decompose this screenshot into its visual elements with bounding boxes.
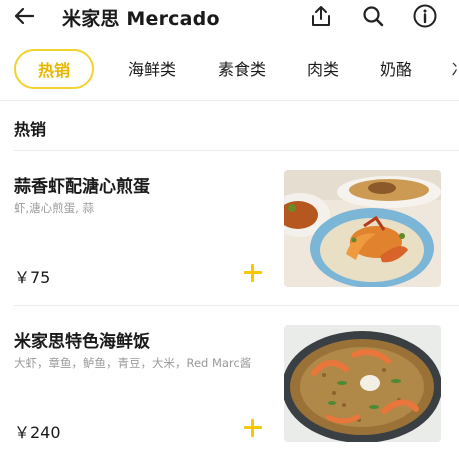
- tab-meat[interactable]: 肉类: [307, 42, 339, 94]
- item-description: 虾,溏心煎蛋, 蒜: [14, 201, 94, 215]
- page-title: 米家思 Mercado: [62, 8, 220, 30]
- search-icon: [363, 6, 384, 27]
- item-price: ￥240: [14, 423, 61, 442]
- share-icon: [312, 6, 330, 26]
- share-button[interactable]: [307, 2, 335, 30]
- top-bar: 米家思 Mercado: [0, 0, 459, 32]
- divider: [14, 305, 459, 306]
- item-price: ￥75: [14, 268, 51, 287]
- section-title: 热销: [14, 120, 47, 139]
- tab-cheese[interactable]: 奶酪: [380, 42, 412, 94]
- info-icon: [413, 4, 437, 28]
- add-to-cart-button[interactable]: [242, 262, 264, 284]
- add-to-cart-button[interactable]: [242, 417, 264, 439]
- info-button[interactable]: [411, 2, 439, 30]
- back-arrow-icon: [14, 7, 35, 25]
- tab-overflow[interactable]: 冫: [451, 42, 459, 94]
- category-tabs: 热销 海鲜类 素食类 肉类 奶酪 冫: [0, 42, 459, 94]
- item-name: 蒜香虾配溏心煎蛋: [14, 177, 150, 197]
- menu-item[interactable]: 蒜香虾配溏心煎蛋 虾,溏心煎蛋, 蒜 ￥75: [0, 152, 459, 306]
- item-description: 大虾，章鱼，鲈鱼，青豆，大米，Red Marc酱: [14, 356, 252, 370]
- divider: [14, 150, 459, 151]
- back-button[interactable]: [10, 2, 38, 30]
- menu-item[interactable]: 米家思特色海鲜饭 大虾，章鱼，鲈鱼，青豆，大米，Red Marc酱 ￥240: [0, 307, 459, 461]
- item-name: 米家思特色海鲜饭: [14, 332, 150, 352]
- tab-vegetarian[interactable]: 素食类: [218, 42, 266, 94]
- search-button[interactable]: [359, 2, 387, 30]
- tab-seafood[interactable]: 海鲜类: [128, 42, 176, 94]
- dish-photo[interactable]: [284, 325, 441, 442]
- divider: [0, 100, 459, 101]
- dish-photo[interactable]: [284, 170, 441, 287]
- tab-hot[interactable]: 热销: [14, 49, 94, 89]
